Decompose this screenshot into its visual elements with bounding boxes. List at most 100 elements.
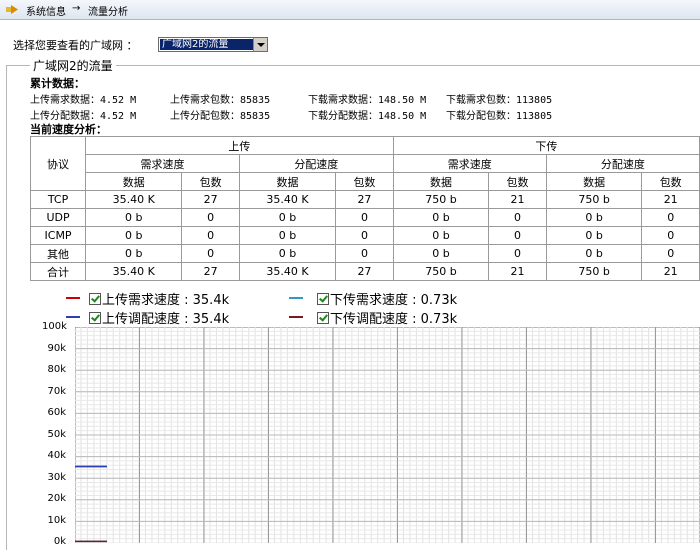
col-packets-header: 包数 (335, 172, 394, 191)
table-cell: 其他 (29, 244, 87, 263)
legend-down-req-label: 下传需求速度 : 0.73k (330, 293, 458, 308)
y-tick-label: 80k (47, 364, 66, 375)
table-row: 其他 0 b00 b00 b00 b0 (29, 244, 700, 263)
col-data-header: 数据 (238, 172, 337, 191)
y-tick-label: 0k (53, 536, 66, 547)
breadcrumb-arrow: → (72, 3, 81, 14)
table-cell: 750 b (545, 190, 643, 209)
table-cell: 0 (335, 226, 394, 245)
table-cell: 35.40 K (85, 262, 183, 281)
legend-swatch-down-req (289, 297, 303, 299)
table-cell: 0 b (238, 244, 337, 263)
legend-up-req-label: 上传需求速度 : 35.4k (102, 293, 230, 308)
table-cell: 0 (488, 226, 547, 245)
speed-heading: 当前速度分析： (30, 123, 107, 136)
table-cell: 0 (181, 226, 240, 245)
checkbox-icon[interactable] (89, 312, 101, 324)
legend-up-req[interactable]: 上传需求速度 : 35.4k (89, 289, 229, 308)
table-row: 合计 35.40 K 27 35.40 K 27 750 b 21 750 b 21 (29, 262, 700, 281)
table-cell: 35.40 K (238, 190, 337, 209)
table-cell: ICMP (29, 226, 87, 245)
y-tick-label: 20k (47, 493, 66, 504)
cumulative-heading: 累计数据： (30, 77, 85, 90)
breadcrumb-system-info[interactable]: 系统信息 (26, 3, 66, 18)
y-tick-label: 50k (47, 429, 66, 440)
y-tick-label: 30k (47, 472, 66, 483)
up-req-speed-header: 需求速度 (85, 154, 240, 173)
up-alloc-pkts: 上传分配包数：85835 (170, 111, 271, 122)
table-cell: 0 b (238, 226, 337, 245)
table-cell: 0 (641, 244, 700, 263)
panel-title: 广域网2的流量 (30, 57, 116, 74)
download-header: 下传 (392, 136, 700, 155)
legend-down-alloc[interactable]: 下传调配速度 : 0.73k (317, 308, 457, 327)
y-tick-label: 90k (47, 343, 66, 354)
checkbox-icon[interactable] (317, 312, 329, 324)
down-alloc-data: 下载分配数据：148.50 M (308, 111, 427, 122)
table-cell: 750 b (392, 262, 490, 281)
table-cell: UDP (29, 208, 87, 227)
table-cell: 35.40 K (85, 190, 183, 209)
table-cell: 0 b (85, 208, 183, 227)
legend-down-alloc-label: 下传调配速度 : 0.73k (330, 312, 458, 327)
up-alloc-speed-header: 分配速度 (238, 154, 394, 173)
table-cell: 0 b (85, 244, 183, 263)
table-cell: 21 (488, 262, 547, 281)
arrow-icon (6, 5, 18, 14)
y-tick-label: 70k (47, 386, 66, 397)
table-cell: 0 b (545, 244, 643, 263)
checkbox-icon[interactable] (89, 293, 101, 305)
table-cell: 0 (335, 244, 394, 263)
table-row: ICMP 0 b00 b00 b00 b0 (29, 226, 700, 245)
table-cell: 21 (641, 262, 700, 281)
col-data-header: 数据 (545, 172, 643, 191)
speed-table: 协议 上传 下传 需求速度 分配速度 需求速度 分配速度 数据 包数 数据 包数… (29, 136, 700, 281)
table-cell: 0 (181, 244, 240, 263)
table-cell: 27 (181, 262, 240, 281)
table-cell: 0 b (545, 226, 643, 245)
col-packets-header: 包数 (488, 172, 547, 191)
table-cell: 750 b (545, 262, 643, 281)
y-tick-label: 40k (47, 450, 66, 461)
up-req-pkts: 上传需求包数：85835 (170, 95, 271, 106)
down-req-data: 下载需求数据：148.50 M (308, 95, 427, 106)
table-cell: 0 b (238, 208, 337, 227)
legend-down-req[interactable]: 下传需求速度 : 0.73k (317, 289, 457, 308)
table-cell: 0 (641, 208, 700, 227)
table-cell: 0 b (545, 208, 643, 227)
breadcrumb-bar: 系统信息 → 流量分析 (0, 0, 700, 20)
upload-header: 上传 (85, 136, 394, 155)
table-cell: 合计 (29, 262, 87, 281)
table-cell: 27 (335, 262, 394, 281)
col-data-header: 数据 (392, 172, 490, 191)
checkbox-icon[interactable] (317, 293, 329, 305)
col-packets-header: 包数 (641, 172, 700, 191)
table-cell: 0 (488, 244, 547, 263)
table-cell: 27 (335, 190, 394, 209)
table-cell: 21 (488, 190, 547, 209)
up-req-data: 上传需求数据：4.52 M (30, 95, 137, 106)
traffic-chart (75, 327, 700, 543)
table-cell: 0 b (392, 244, 490, 263)
legend-up-alloc[interactable]: 上传调配速度 : 35.4k (89, 308, 229, 327)
table-cell: 750 b (392, 190, 490, 209)
legend-swatch-up-req (66, 297, 80, 299)
wan-select-value: 广域网2的流量 (160, 39, 256, 50)
table-cell: 0 (488, 208, 547, 227)
breadcrumb-traffic-analysis: 流量分析 (88, 7, 128, 18)
y-tick-label: 100k (42, 321, 67, 332)
table-cell: 0 b (85, 226, 183, 245)
col-packets-header: 包数 (181, 172, 240, 191)
table-cell: 0 (641, 226, 700, 245)
table-cell: 35.40 K (238, 262, 337, 281)
wan-select-label: 选择您要查看的广域网 ： (13, 39, 138, 52)
table-row: UDP 0 b00 b00 b00 b0 (29, 208, 700, 227)
table-cell: 0 (181, 208, 240, 227)
y-tick-label: 60k (47, 407, 66, 418)
down-req-speed-header: 需求速度 (392, 154, 547, 173)
wan-select[interactable]: 广域网2的流量 (158, 37, 268, 52)
chevron-down-icon[interactable] (253, 38, 267, 51)
table-row: TCP 35.40 K 27 35.40 K 27 750 b 21 750 b 21 (29, 190, 700, 209)
table-cell: 0 b (392, 208, 490, 227)
col-data-header: 数据 (85, 172, 183, 191)
